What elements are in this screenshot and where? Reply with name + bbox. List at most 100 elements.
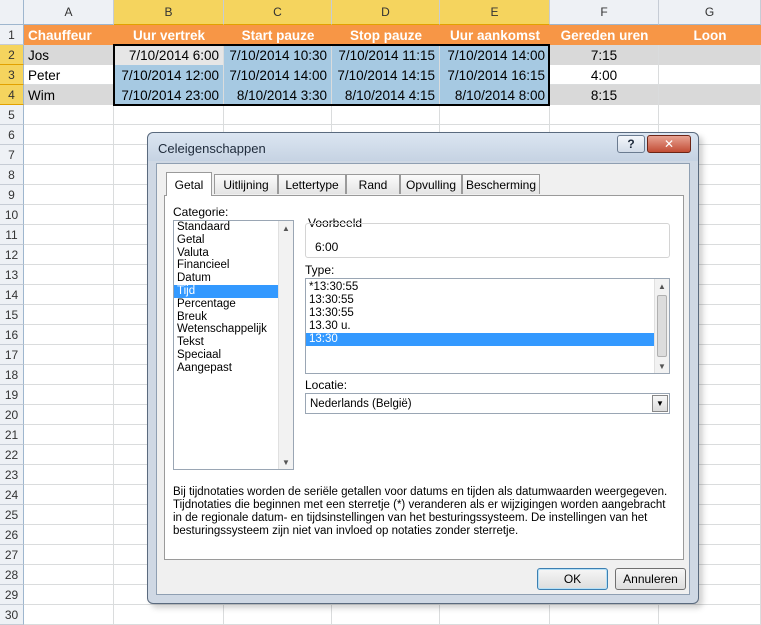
row-header-22[interactable]: 22 — [0, 445, 24, 465]
cell-c2[interactable]: 7/10/2014 10:30 — [224, 45, 331, 65]
category-item-financieel[interactable]: Financieel — [174, 259, 293, 272]
column-header-c[interactable]: C — [224, 0, 332, 25]
header-cell-b[interactable]: Uur vertrek — [114, 25, 224, 45]
row-header-28[interactable]: 28 — [0, 565, 24, 585]
cell-c3[interactable]: 7/10/2014 14:00 — [224, 65, 331, 85]
cell-d2[interactable]: 7/10/2014 11:15 — [332, 45, 439, 65]
cell-g3[interactable] — [659, 65, 760, 85]
header-cell-d[interactable]: Stop pauze — [332, 25, 440, 45]
row-header-1[interactable]: 1 — [0, 25, 24, 45]
row-header-20[interactable]: 20 — [0, 405, 24, 425]
row-header-8[interactable]: 8 — [0, 165, 24, 185]
header-cell-f[interactable]: Gereden uren — [550, 25, 659, 45]
cell-b4[interactable]: 7/10/2014 23:00 — [114, 85, 223, 105]
row-header-4[interactable]: 4 — [0, 85, 24, 105]
cell-c4[interactable]: 8/10/2014 3:30 — [224, 85, 331, 105]
cell-d4[interactable]: 8/10/2014 4:15 — [332, 85, 439, 105]
row-header-9[interactable]: 9 — [0, 185, 24, 205]
category-item-getal[interactable]: Getal — [174, 234, 293, 247]
category-item-standaard[interactable]: Standaard — [174, 221, 293, 234]
header-cell-a[interactable]: Chauffeur — [24, 25, 114, 45]
category-item-tekst[interactable]: Tekst — [174, 336, 293, 349]
row-header-13[interactable]: 13 — [0, 265, 24, 285]
category-item-speciaal[interactable]: Speciaal — [174, 349, 293, 362]
row-header-16[interactable]: 16 — [0, 325, 24, 345]
category-item-breuk[interactable]: Breuk — [174, 311, 293, 324]
type-item[interactable]: 13:30:55 — [306, 294, 656, 307]
row-header-29[interactable]: 29 — [0, 585, 24, 605]
row-header-2[interactable]: 2 — [0, 45, 24, 65]
category-list[interactable]: Standaard Getal Valuta Financieel Datum Tijd P… — [173, 220, 294, 470]
row-header-7[interactable]: 7 — [0, 145, 24, 165]
cell-g4[interactable] — [659, 85, 760, 105]
row-header-17[interactable]: 17 — [0, 345, 24, 365]
category-scrollbar[interactable]: ▲ ▼ — [278, 221, 293, 469]
cell-d3[interactable]: 7/10/2014 14:15 — [332, 65, 439, 85]
scroll-up-icon[interactable]: ▲ — [655, 279, 669, 293]
row-header-24[interactable]: 24 — [0, 485, 24, 505]
row-header-3[interactable]: 3 — [0, 65, 24, 85]
cell-f4[interactable]: 8:15 — [550, 85, 658, 105]
row-header-25[interactable]: 25 — [0, 505, 24, 525]
cell-a2[interactable]: Jos — [24, 45, 113, 65]
header-cell-g[interactable]: Loon — [659, 25, 761, 45]
type-item[interactable]: 13.30 u. — [306, 320, 656, 333]
category-item-tijd[interactable]: Tijd — [174, 284, 293, 298]
type-list[interactable]: *13:30:55 13:30:55 13:30:55 13.30 u. 13:30 ▲… — [305, 278, 670, 374]
locale-select[interactable]: Nederlands (België) ▼ — [305, 393, 670, 414]
tab-lettertype[interactable]: Lettertype — [278, 174, 346, 194]
cell-f3[interactable]: 4:00 — [550, 65, 658, 85]
cancel-button[interactable]: Annuleren — [615, 568, 686, 590]
column-header-g[interactable]: G — [659, 0, 761, 25]
type-item[interactable]: 13:30 — [306, 333, 656, 346]
tab-bescherming[interactable]: Bescherming — [462, 174, 540, 194]
column-header-b[interactable]: B — [114, 0, 224, 25]
row-header-14[interactable]: 14 — [0, 285, 24, 305]
close-button[interactable]: ✕ — [647, 135, 691, 153]
category-item-valuta[interactable]: Valuta — [174, 247, 293, 260]
cell-b2[interactable]: 7/10/2014 6:00 — [114, 45, 223, 65]
column-header-d[interactable]: D — [332, 0, 440, 25]
row-header-27[interactable]: 27 — [0, 545, 24, 565]
cell-a4[interactable]: Wim — [24, 85, 113, 105]
header-cell-e[interactable]: Uur aankomst — [440, 25, 550, 45]
column-header-f[interactable]: F — [550, 0, 659, 25]
tab-uitlijning[interactable]: Uitlijning — [214, 174, 278, 194]
row-header-30[interactable]: 30 — [0, 605, 24, 625]
scroll-up-icon[interactable]: ▲ — [279, 221, 293, 235]
row-header-26[interactable]: 26 — [0, 525, 24, 545]
cell-e3[interactable]: 7/10/2014 16:15 — [440, 65, 549, 85]
scroll-thumb[interactable] — [657, 295, 667, 357]
ok-button[interactable]: OK — [537, 568, 608, 590]
row-header-15[interactable]: 15 — [0, 305, 24, 325]
dialog-titlebar[interactable]: Celeigenschappen ? ✕ — [148, 133, 698, 161]
cell-g2[interactable] — [659, 45, 760, 65]
category-item-datum[interactable]: Datum — [174, 272, 293, 285]
header-cell-c[interactable]: Start pauze — [224, 25, 332, 45]
row-header-18[interactable]: 18 — [0, 365, 24, 385]
type-item[interactable]: 13:30:55 — [306, 307, 656, 320]
select-all-corner[interactable] — [0, 0, 24, 25]
row-header-10[interactable]: 10 — [0, 205, 24, 225]
tab-rand[interactable]: Rand — [346, 174, 400, 194]
tab-getal[interactable]: Getal — [166, 172, 212, 196]
type-item[interactable]: *13:30:55 — [306, 281, 656, 294]
scroll-down-icon[interactable]: ▼ — [655, 359, 669, 373]
category-item-percentage[interactable]: Percentage — [174, 298, 293, 311]
row-header-5[interactable]: 5 — [0, 105, 24, 125]
cell-a3[interactable]: Peter — [24, 65, 113, 85]
type-scrollbar[interactable]: ▲ ▼ — [654, 279, 669, 373]
row-header-19[interactable]: 19 — [0, 385, 24, 405]
column-header-a[interactable]: A — [24, 0, 114, 25]
cell-b3[interactable]: 7/10/2014 12:00 — [114, 65, 223, 85]
category-item-aangepast[interactable]: Aangepast — [174, 362, 293, 375]
row-header-23[interactable]: 23 — [0, 465, 24, 485]
category-item-wetenschappelijk[interactable]: Wetenschappelijk — [174, 323, 293, 336]
row-header-12[interactable]: 12 — [0, 245, 24, 265]
row-header-21[interactable]: 21 — [0, 425, 24, 445]
help-button[interactable]: ? — [617, 135, 645, 153]
column-header-e[interactable]: E — [440, 0, 550, 25]
cell-e4[interactable]: 8/10/2014 8:00 — [440, 85, 549, 105]
cell-f2[interactable]: 7:15 — [550, 45, 658, 65]
row-header-11[interactable]: 11 — [0, 225, 24, 245]
